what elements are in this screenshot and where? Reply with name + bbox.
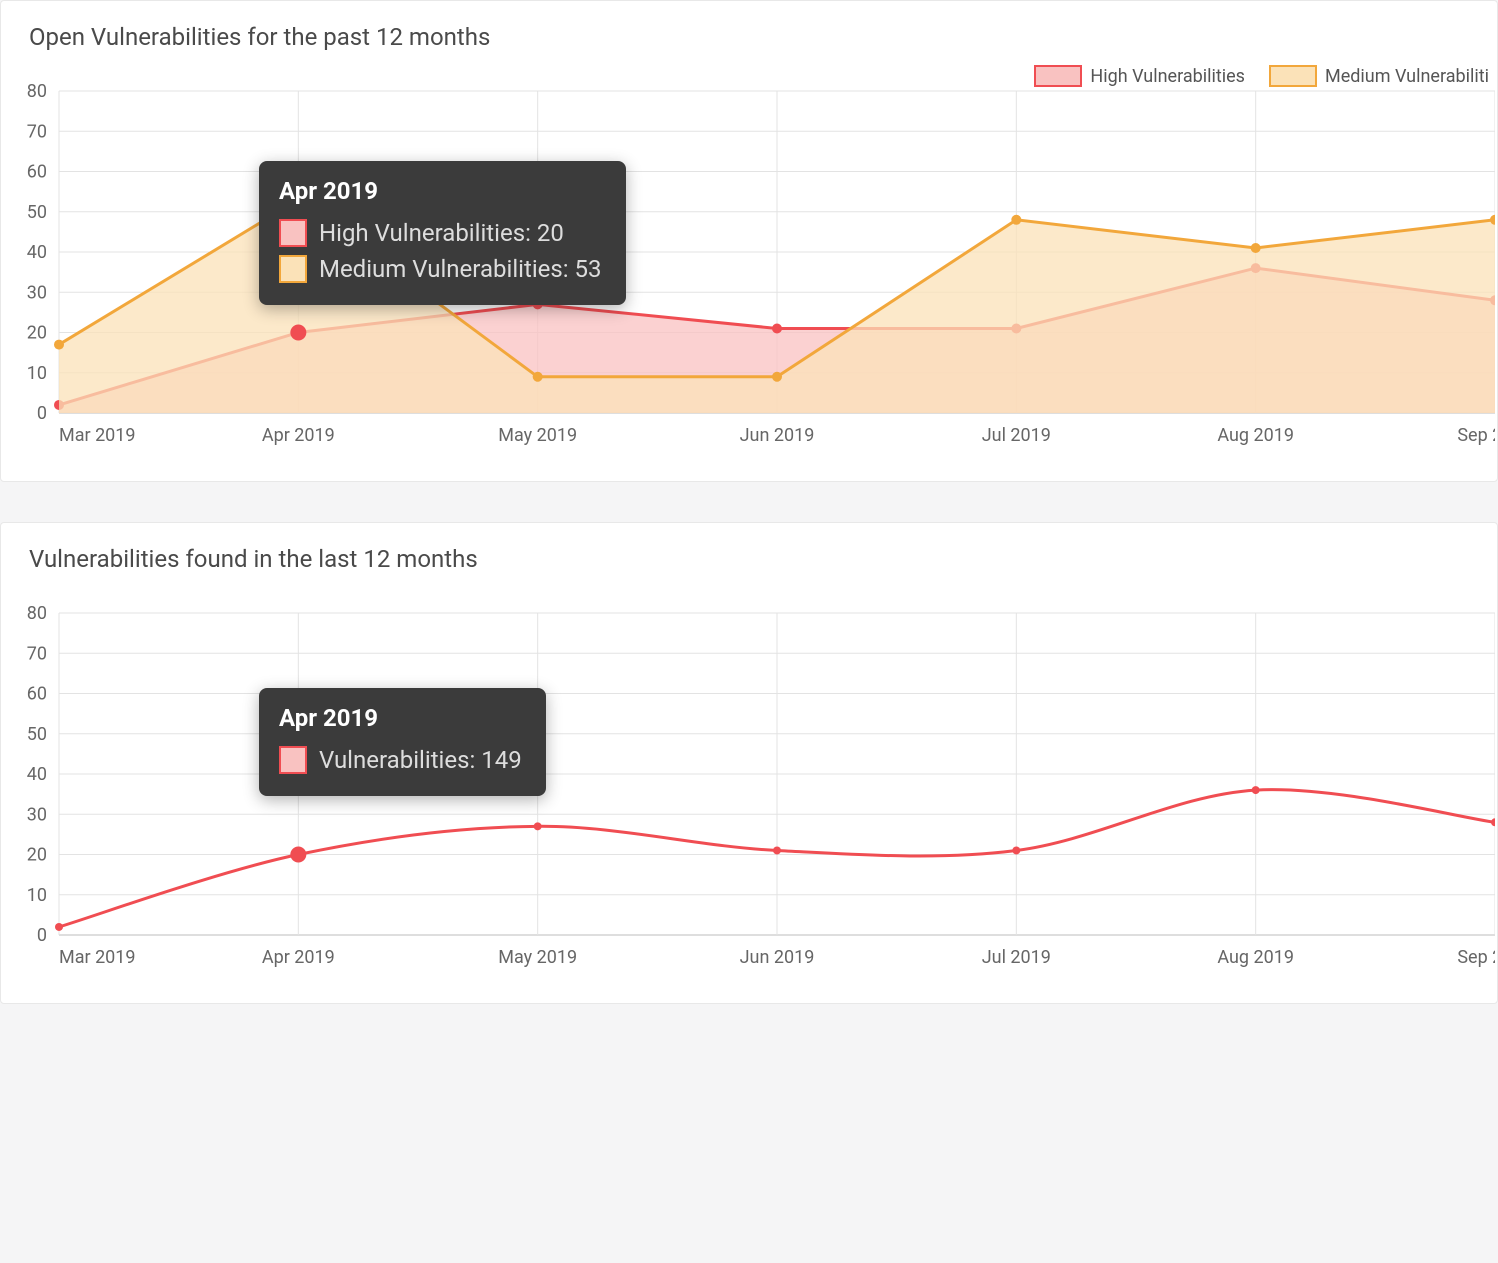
legend-label: Medium Vulnerabiliti [1325, 66, 1489, 87]
data-point-active[interactable] [290, 847, 306, 863]
y-axis-tick: 0 [37, 403, 47, 424]
y-axis-tick: 60 [27, 162, 47, 183]
x-axis-tick: Aug 2019 [1217, 947, 1294, 968]
y-axis-tick: 10 [27, 885, 47, 906]
tooltip-swatch-icon [279, 255, 307, 283]
y-axis-tick: 50 [27, 724, 47, 745]
x-axis-tick: Sep 2019 [1457, 425, 1495, 446]
x-axis-tick: Mar 2019 [59, 425, 136, 446]
y-axis-tick: 40 [27, 242, 47, 263]
x-axis-tick: Apr 2019 [262, 425, 335, 446]
tooltip-title: Apr 2019 [279, 177, 602, 205]
tooltip-swatch-icon [279, 746, 307, 774]
y-axis-tick: 80 [27, 603, 47, 624]
chart-svg: 0 10 20 30 40 50 60 70 80 Mar 2019 Apr 2019 May 201… [5, 583, 1495, 983]
x-axis-tick: Aug 2019 [1217, 425, 1294, 446]
legend-label: High Vulnerabilities [1090, 66, 1245, 87]
x-axis-tick: May 2019 [498, 947, 577, 968]
open-vulnerabilities-card: Open Vulnerabilities for the past 12 mon… [0, 0, 1498, 482]
y-axis-tick: 40 [27, 764, 47, 785]
tooltip-row: Medium Vulnerabilities: 53 [279, 251, 602, 287]
tooltip-value: Medium Vulnerabilities: 53 [319, 251, 602, 287]
y-axis-tick: 30 [27, 282, 47, 303]
data-point[interactable] [1012, 846, 1020, 854]
data-point[interactable] [1011, 215, 1021, 225]
data-point-active[interactable] [290, 325, 306, 341]
data-point[interactable] [55, 923, 63, 931]
x-axis-tick: Mar 2019 [59, 947, 136, 968]
x-axis-tick: Jul 2019 [982, 947, 1051, 968]
chart-area[interactable]: 0 10 20 30 40 50 60 70 80 Mar 2019 Apr 2019 May 201… [1, 583, 1497, 1003]
x-axis-tick: Jun 2019 [740, 425, 815, 446]
data-point[interactable] [1491, 818, 1495, 826]
chart-legend: High Vulnerabilities Medium Vulnerabiliti [1034, 65, 1489, 87]
y-axis-tick: 30 [27, 804, 47, 825]
data-point[interactable] [534, 822, 542, 830]
chart-svg: 0 10 20 30 40 50 60 70 80 Mar 2019 Apr 2019 May 201… [5, 61, 1495, 461]
y-axis-tick: 70 [27, 121, 47, 142]
data-point[interactable] [54, 340, 64, 350]
x-axis-tick: May 2019 [498, 425, 577, 446]
tooltip-title: Apr 2019 [279, 704, 522, 732]
data-point[interactable] [1252, 786, 1260, 794]
y-axis-tick: 20 [27, 323, 47, 344]
data-point[interactable] [1251, 243, 1261, 253]
tooltip-row: Vulnerabilities: 149 [279, 742, 522, 778]
x-axis-tick: Sep 2019 [1457, 947, 1495, 968]
legend-item[interactable]: High Vulnerabilities [1034, 65, 1245, 87]
y-axis-tick: 50 [27, 202, 47, 223]
chart-title: Vulnerabilities found in the last 12 mon… [1, 523, 1497, 583]
chart-title: Open Vulnerabilities for the past 12 mon… [1, 1, 1497, 61]
y-axis-tick: 10 [27, 363, 47, 384]
data-point[interactable] [772, 323, 782, 333]
data-point[interactable] [533, 372, 543, 382]
y-axis-tick: 0 [37, 925, 47, 946]
tooltip-value: High Vulnerabilities: 20 [319, 215, 564, 251]
tooltip-row: High Vulnerabilities: 20 [279, 215, 602, 251]
legend-item[interactable]: Medium Vulnerabiliti [1269, 65, 1489, 87]
x-axis-tick: Jun 2019 [740, 947, 815, 968]
tooltip-value: Vulnerabilities: 149 [319, 742, 522, 778]
chart-area[interactable]: High Vulnerabilities Medium Vulnerabiliti… [1, 61, 1497, 481]
found-vulnerabilities-card: Vulnerabilities found in the last 12 mon… [0, 522, 1498, 1004]
x-axis-tick: Jul 2019 [982, 425, 1051, 446]
data-point[interactable] [772, 372, 782, 382]
x-axis-tick: Apr 2019 [262, 947, 335, 968]
legend-swatch-icon [1269, 65, 1317, 87]
y-axis-tick: 70 [27, 643, 47, 664]
y-axis-tick: 80 [27, 81, 47, 102]
y-axis-tick: 60 [27, 684, 47, 705]
chart-tooltip: Apr 2019 Vulnerabilities: 149 [259, 688, 546, 796]
legend-swatch-icon [1034, 65, 1082, 87]
data-point[interactable] [773, 846, 781, 854]
y-axis-tick: 20 [27, 845, 47, 866]
chart-tooltip: Apr 2019 High Vulnerabilities: 20Medium … [259, 161, 626, 305]
tooltip-swatch-icon [279, 219, 307, 247]
